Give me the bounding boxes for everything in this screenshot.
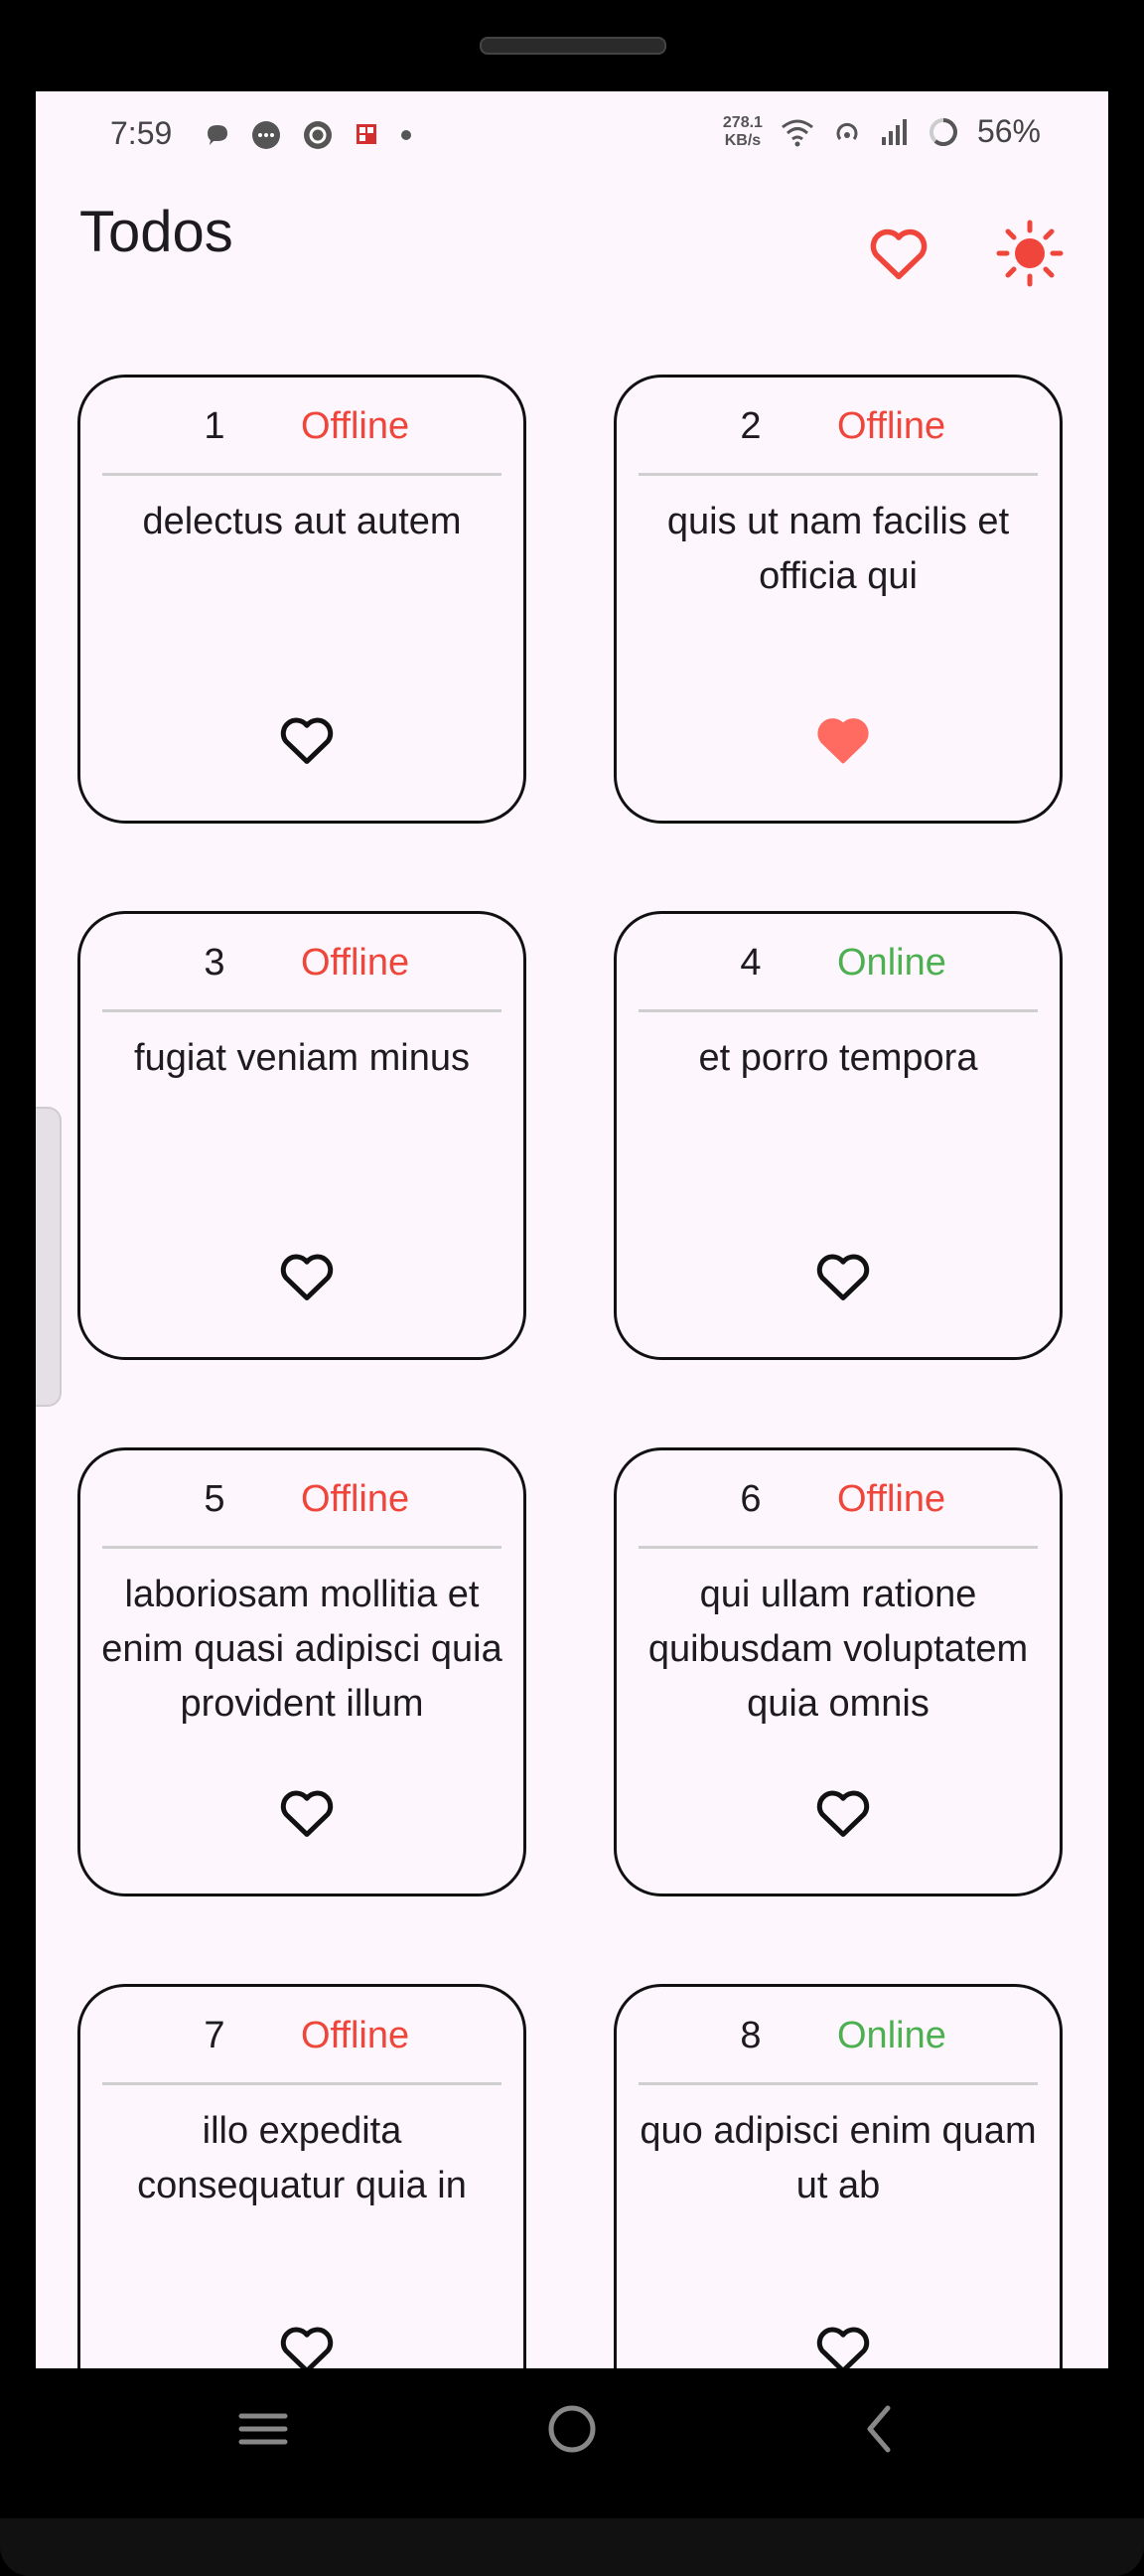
todo-status-label: Offline	[301, 942, 410, 984]
wifi-icon	[782, 119, 813, 146]
todo-card[interactable]: 8 Online quo adipisci enim quam ut ab	[614, 1984, 1063, 2368]
heart-outline-icon	[816, 2327, 870, 2368]
favorite-toggle-button[interactable]	[813, 711, 873, 767]
todo-card[interactable]: 6 Offline qui ullam ratione quibusdam volu…	[614, 1447, 1063, 1896]
todo-id: 8	[740, 2015, 762, 2056]
todo-id: 1	[204, 405, 225, 447]
heart-outline-icon	[280, 717, 334, 764]
battery-percentage: 56%	[976, 113, 1041, 149]
todo-title: fugiat veniam minus	[134, 1037, 470, 1079]
battery-ring-icon	[929, 117, 957, 146]
recents-button[interactable]	[228, 2394, 298, 2464]
todo-title: quo adipisci enim quam ut ab	[640, 2110, 1037, 2206]
chat-bubble-icon	[208, 125, 227, 145]
favorite-toggle-button[interactable]	[277, 2321, 337, 2368]
favorite-toggle-button[interactable]	[277, 1248, 337, 1303]
card-divider	[639, 1546, 1038, 1549]
heart-outline-icon	[816, 1254, 870, 1300]
todo-id: 5	[204, 1478, 225, 1520]
viber-icon	[304, 121, 332, 149]
card-divider	[102, 1009, 501, 1012]
system-status-icons: 278.1 KB/s 56%	[723, 113, 1041, 150]
todo-id: 6	[740, 1478, 762, 1520]
todo-id: 3	[204, 942, 225, 984]
favorite-toggle-button[interactable]	[277, 711, 337, 767]
app-screen: 7:59 278.1 KB/s 56% Todos 1 Offline dele…	[36, 91, 1108, 2368]
card-divider	[639, 473, 1038, 476]
page-title: Todos	[79, 200, 233, 264]
heart-outline-icon	[816, 1790, 870, 1837]
status-time: 7:59	[110, 115, 173, 151]
favorites-button[interactable]	[866, 221, 931, 286]
network-speed: 278.1 KB/s	[723, 114, 763, 150]
theme-toggle-button[interactable]	[995, 219, 1065, 288]
edge-panel-handle[interactable]	[36, 1107, 62, 1407]
system-nav-bar	[0, 2368, 1144, 2488]
todo-title: qui ullam ratione quibusdam voluptatem q…	[647, 1574, 1029, 1725]
todo-title: illo expedita consequatur quia in	[137, 2110, 467, 2206]
todo-title: delectus aut autem	[142, 501, 462, 542]
heart-outline-icon	[280, 2327, 334, 2368]
phone-top-bezel	[0, 0, 1144, 91]
todo-status-label: Offline	[301, 2015, 410, 2056]
signal-icon	[881, 118, 907, 145]
favorite-toggle-button[interactable]	[813, 1248, 873, 1303]
todo-id: 2	[740, 405, 762, 447]
heart-outline-icon	[870, 228, 928, 280]
todo-status-label: Online	[837, 2015, 946, 2056]
more-notifications-dot-icon	[401, 130, 411, 140]
card-divider	[639, 1009, 1038, 1012]
home-button[interactable]	[537, 2394, 607, 2464]
favorite-toggle-button[interactable]	[277, 1784, 337, 1840]
network-speed-unit: KB/s	[724, 131, 762, 149]
todo-status-label: Offline	[301, 1478, 410, 1520]
app-notification-icon	[357, 124, 376, 144]
todo-status-label: Online	[837, 942, 946, 984]
todo-card[interactable]: 3 Offline fugiat veniam minus	[77, 911, 526, 1360]
sun-icon	[996, 220, 1064, 287]
todo-status-label: Offline	[301, 405, 410, 447]
todo-status-label: Offline	[837, 405, 946, 447]
message-icon	[252, 121, 280, 149]
back-icon	[867, 2405, 891, 2453]
todo-card[interactable]: 7 Offline illo expedita consequatur quia i…	[77, 1984, 526, 2368]
back-button[interactable]	[846, 2394, 916, 2464]
todo-title: laboriosam mollitia et enim quasi adipis…	[101, 1574, 502, 1725]
notification-icons	[205, 119, 413, 151]
card-divider	[639, 2082, 1038, 2085]
heart-outline-icon	[280, 1790, 334, 1837]
home-icon	[548, 2405, 596, 2453]
card-divider	[102, 2082, 501, 2085]
todo-status-label: Offline	[837, 1478, 946, 1520]
todo-card[interactable]: 2 Offline quis ut nam facilis et officia q…	[614, 375, 1063, 824]
card-divider	[102, 473, 501, 476]
recents-icon	[238, 2413, 288, 2445]
phone-chin	[0, 2518, 1144, 2576]
todo-card[interactable]: 1 Offline delectus aut autem	[77, 375, 526, 824]
card-divider	[102, 1546, 501, 1549]
network-speed-value: 278.1	[722, 113, 763, 131]
status-bar: 7:59 278.1 KB/s 56%	[36, 91, 1108, 181]
todo-id: 4	[740, 942, 762, 984]
heart-outline-icon	[280, 1254, 334, 1300]
heart-filled-icon	[817, 718, 869, 764]
todo-card[interactable]: 4 Online et porro tempora	[614, 911, 1063, 1360]
todo-id: 7	[204, 2015, 225, 2056]
favorite-toggle-button[interactable]	[813, 2321, 873, 2368]
todo-title: et porro tempora	[698, 1037, 978, 1079]
hotspot-icon	[836, 122, 858, 140]
todo-title: quis ut nam facilis et officia qui	[666, 501, 1010, 597]
favorite-toggle-button[interactable]	[813, 1784, 873, 1840]
speaker-grille	[480, 37, 666, 55]
todo-card[interactable]: 5 Offline laboriosam mollitia et enim quas…	[77, 1447, 526, 1896]
